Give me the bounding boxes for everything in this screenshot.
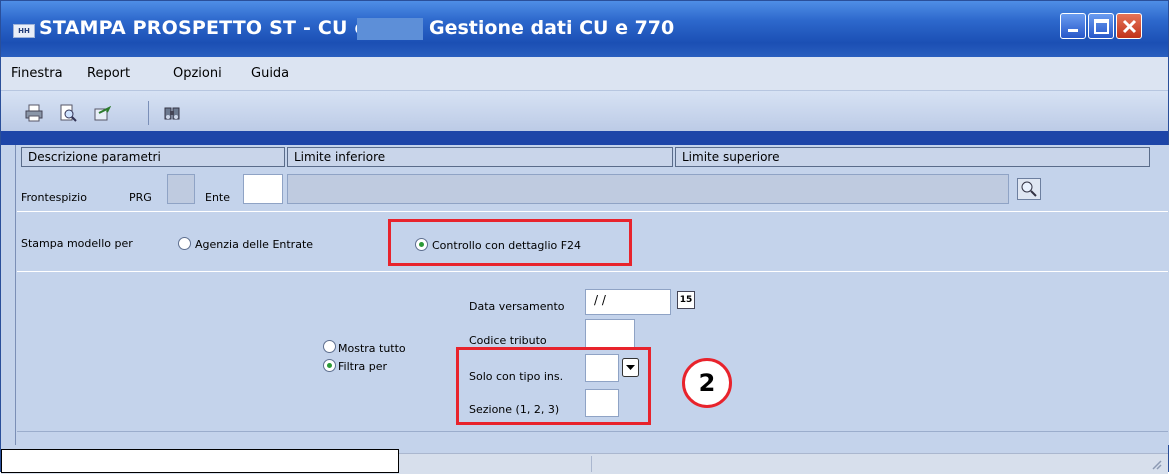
prg-field[interactable] bbox=[167, 174, 195, 204]
radio-agenzia[interactable] bbox=[178, 237, 191, 250]
radio-filtra-per-label: Filtra per bbox=[338, 360, 387, 373]
close-icon bbox=[1122, 19, 1137, 34]
prg-label: PRG bbox=[129, 191, 152, 204]
close-button[interactable] bbox=[1116, 13, 1142, 39]
radio-filtra-per[interactable] bbox=[323, 359, 336, 372]
stampa-label: Stampa modello per bbox=[21, 237, 133, 250]
toolbar-strip bbox=[1, 131, 1168, 145]
data-versamento-label: Data versamento bbox=[469, 300, 565, 313]
radio-mostra-tutto-label: Mostra tutto bbox=[338, 342, 406, 355]
toolbar-separator bbox=[148, 101, 149, 125]
data-versamento-field[interactable]: / / bbox=[585, 289, 671, 315]
window-subtitle: Gestione dati CU e 770 bbox=[429, 17, 675, 39]
maximize-button[interactable] bbox=[1088, 13, 1114, 39]
callout-number: 2 bbox=[682, 358, 732, 408]
app-window: HH STAMPA PROSPETTO ST - CU e 770 Gestio… bbox=[0, 0, 1169, 474]
print-preview-icon[interactable] bbox=[59, 104, 77, 122]
header-limite-superiore: Limite superiore bbox=[675, 147, 1150, 167]
minimize-button[interactable] bbox=[1060, 13, 1086, 39]
menu-bar: Finestra Report Opzioni Guida bbox=[1, 57, 1168, 91]
frontespizio-label: Frontespizio bbox=[21, 191, 87, 204]
ente-description-field bbox=[287, 174, 1009, 204]
codice-tributo-label: Codice tributo bbox=[469, 334, 547, 347]
app-icon: HH bbox=[13, 24, 35, 38]
codice-tributo-field[interactable] bbox=[585, 319, 635, 349]
minimize-icon bbox=[1068, 29, 1078, 32]
header-limite-inferiore: Limite inferiore bbox=[287, 147, 673, 167]
menu-finestra[interactable]: Finestra bbox=[11, 66, 63, 81]
highlight-box-filtri bbox=[456, 347, 651, 425]
radio-agenzia-label: Agenzia delle Entrate bbox=[195, 238, 314, 251]
menu-report[interactable]: Report bbox=[87, 66, 130, 81]
binoculars-icon[interactable] bbox=[163, 104, 181, 122]
row-divider bbox=[17, 211, 1168, 212]
print-icon[interactable] bbox=[25, 104, 43, 122]
title-bar[interactable]: HH STAMPA PROSPETTO ST - CU e 770 Gestio… bbox=[1, 1, 1168, 57]
row-divider bbox=[17, 271, 1168, 272]
row-divider bbox=[17, 431, 1168, 432]
ente-label: Ente bbox=[205, 191, 231, 204]
header-descrizione: Descrizione parametri bbox=[21, 147, 285, 167]
radio-mostra-tutto[interactable] bbox=[323, 340, 336, 353]
maximize-icon bbox=[1094, 19, 1109, 34]
status-panel bbox=[1, 449, 399, 473]
calendar-icon[interactable]: 15 bbox=[677, 291, 695, 309]
export-icon[interactable] bbox=[93, 104, 111, 122]
highlight-box-stampa bbox=[388, 219, 632, 266]
menu-guida[interactable]: Guida bbox=[251, 66, 289, 81]
ente-field[interactable] bbox=[243, 174, 283, 204]
resize-grip-icon[interactable] bbox=[1150, 458, 1162, 470]
menu-opzioni[interactable]: Opzioni bbox=[173, 66, 222, 81]
redacted-area bbox=[357, 18, 423, 40]
lookup-icon[interactable] bbox=[1017, 178, 1041, 200]
